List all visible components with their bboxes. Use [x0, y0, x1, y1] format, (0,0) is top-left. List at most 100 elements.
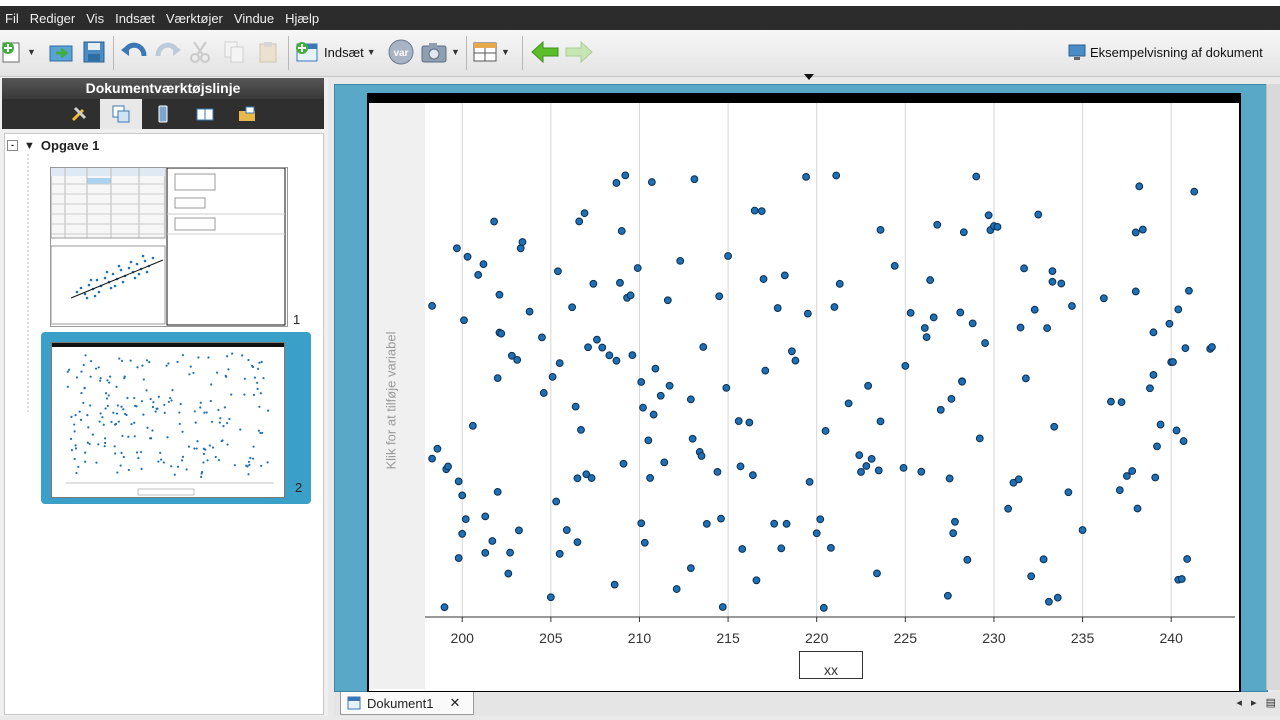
tab-tools[interactable] [58, 99, 100, 129]
data-point [612, 179, 621, 187]
thumb-data-point [151, 429, 154, 432]
data-point [1172, 426, 1181, 435]
thumb-data-point [253, 376, 256, 379]
copy-button[interactable] [222, 38, 246, 66]
tab-list-icon[interactable]: ▤ [1266, 697, 1276, 709]
thumb-data-point [247, 358, 250, 362]
thumb-data-point [118, 357, 121, 360]
thumb-data-point [251, 365, 255, 369]
insert-button[interactable]: Indsæt ▼ [294, 38, 376, 66]
page-thumbnail-2-selected[interactable]: 2 [41, 332, 311, 504]
tab-page-sorter[interactable] [100, 99, 142, 129]
data-point [917, 467, 926, 476]
thumb-data-point [106, 379, 109, 382]
chevron-down-icon[interactable]: ▼ [501, 47, 510, 57]
screen-capture-button[interactable]: ▼ [420, 38, 460, 66]
chevron-down-icon[interactable]: ▼ [27, 47, 36, 57]
tab-utilities[interactable] [226, 99, 268, 129]
data-point [504, 569, 513, 578]
x-axis-variable-box[interactable]: xx [799, 651, 863, 679]
next-page-button[interactable] [564, 38, 594, 66]
data-point [724, 252, 732, 260]
chevron-down-icon[interactable]: ▼ [451, 47, 460, 57]
chevron-down-icon[interactable]: ▼ [367, 47, 376, 57]
data-point [855, 451, 864, 459]
data-point [819, 603, 828, 612]
thumb-data-point [104, 441, 107, 445]
thumb-data-point [122, 455, 125, 459]
menu-item-view[interactable]: Vis [81, 11, 110, 26]
data-point [1050, 422, 1059, 431]
thumb-data-point [86, 414, 89, 417]
data-point [656, 391, 665, 400]
document-preview-button[interactable]: Eksempelvisning af dokument [1068, 38, 1263, 66]
thumb-data-point [261, 431, 264, 434]
thumb-data-point [126, 396, 129, 400]
undo-button[interactable] [120, 38, 148, 66]
collapse-toggle-icon[interactable]: - [7, 140, 18, 151]
x-tick-label: 225 [894, 630, 918, 646]
thumb-data-point [123, 375, 126, 378]
thumb-data-point [241, 354, 244, 357]
scroll-left-icon[interactable]: ◂ [1236, 697, 1242, 709]
paste-button[interactable] [256, 38, 280, 66]
thumb-data-point [185, 468, 188, 471]
menu-item-help[interactable]: Hjælp [280, 11, 325, 26]
thumb-data-point [146, 426, 149, 429]
vertical-scrollbar[interactable] [1266, 84, 1280, 690]
thumb-data-point [233, 464, 236, 467]
layout-grid-icon [473, 42, 497, 62]
data-point [981, 339, 989, 347]
x-tick-label: 205 [539, 630, 563, 646]
previous-page-button[interactable] [530, 38, 560, 66]
thumb-data-point [91, 433, 94, 436]
thumb-data-point [176, 465, 180, 468]
thumb-data-point [257, 429, 261, 432]
redo-button[interactable] [154, 38, 182, 66]
menu-item-tools[interactable]: Værktøjer [161, 11, 229, 26]
cut-button[interactable] [188, 38, 212, 66]
thumb-data-point [205, 411, 208, 414]
data-point [1078, 526, 1087, 534]
toolbar-separator [466, 36, 467, 70]
scatter-plot[interactable]: 200 205 210 215 220 225 230 235 240 [369, 103, 1235, 689]
thumb-data-point [97, 366, 100, 369]
thumb-data-point [130, 423, 133, 426]
page-thumbnail-1[interactable] [50, 167, 288, 327]
problem-header[interactable]: - ▼ Opgave 1 [7, 138, 99, 153]
thumb-data-point [162, 461, 165, 464]
data-point [826, 543, 835, 552]
menu-item-edit[interactable]: Rediger [25, 11, 82, 26]
thumb-data-point [129, 359, 132, 362]
thumb-data-point [66, 385, 69, 388]
x-tick-label: 235 [1071, 630, 1095, 646]
tab-handheld[interactable] [142, 99, 184, 129]
thumb-data-point [73, 457, 76, 461]
data-point [571, 402, 580, 411]
problem-label: Opgave 1 [40, 138, 100, 153]
save-button[interactable] [82, 38, 106, 66]
data-point [745, 418, 754, 427]
menu-item-file[interactable]: Fil [0, 11, 25, 26]
thumb-data-point [140, 400, 144, 403]
close-tab-icon[interactable]: ✕ [449, 695, 460, 711]
tab-content[interactable] [184, 99, 226, 129]
data-point [619, 459, 628, 468]
data-point [757, 207, 766, 216]
page-thumbnail-2[interactable] [51, 342, 285, 498]
var-button[interactable]: var [386, 38, 416, 66]
calculator-icon [158, 105, 168, 123]
thumb-data-point [195, 447, 198, 450]
data-point [1048, 267, 1057, 276]
thumb-data-point [142, 413, 145, 416]
menu-item-window[interactable]: Vindue [229, 11, 280, 26]
document-tab[interactable]: Dokument1 ✕ [340, 692, 474, 715]
scroll-right-icon[interactable]: ▸ [1251, 697, 1257, 709]
thumb-data-point [163, 411, 166, 414]
page-1-preview [50, 167, 286, 326]
open-document-button[interactable] [48, 38, 74, 66]
menu-item-insert[interactable]: Indsæt [110, 11, 161, 26]
page-layout-button[interactable]: ▼ [472, 38, 510, 66]
data-point [1044, 597, 1053, 606]
new-document-button[interactable]: ▼ [0, 38, 36, 66]
